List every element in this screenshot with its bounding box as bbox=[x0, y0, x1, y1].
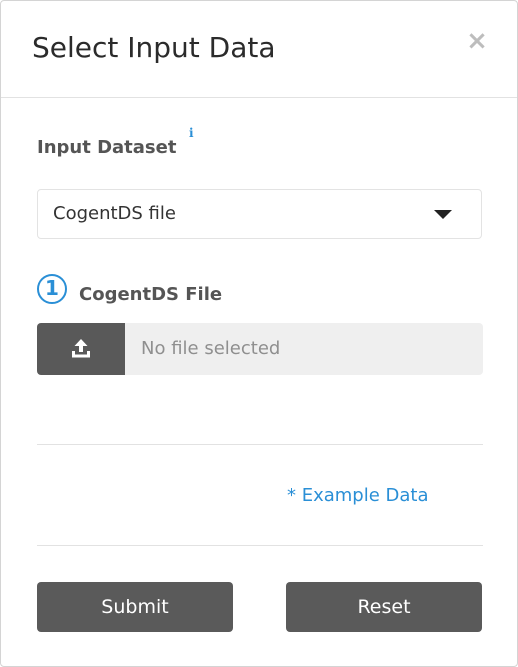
file-name-display: No file selected bbox=[125, 323, 483, 375]
reset-button[interactable]: Reset bbox=[286, 582, 482, 632]
modal-title: Select Input Data bbox=[32, 31, 276, 64]
caret-down-icon bbox=[434, 210, 452, 219]
submit-button[interactable]: Submit bbox=[37, 582, 233, 632]
divider bbox=[37, 545, 483, 546]
file-status-text: No file selected bbox=[141, 338, 281, 359]
divider bbox=[37, 444, 483, 445]
cogentds-file-label: CogentDS File bbox=[79, 284, 223, 305]
input-dataset-label: Input Dataset bbox=[37, 137, 177, 158]
info-icon[interactable]: i bbox=[189, 125, 194, 141]
example-data-link[interactable]: * Example Data bbox=[287, 484, 429, 508]
upload-button[interactable] bbox=[37, 323, 125, 375]
input-dataset-selected-value: CogentDS file bbox=[53, 203, 176, 224]
step-number-badge: 1 bbox=[37, 274, 67, 304]
upload-icon bbox=[72, 339, 90, 358]
select-input-data-modal: Select Input Data × Input Dataset i Coge… bbox=[0, 0, 518, 667]
input-dataset-select[interactable]: CogentDS file bbox=[37, 189, 482, 239]
modal-header: Select Input Data × bbox=[1, 1, 517, 98]
close-icon[interactable]: × bbox=[465, 28, 489, 54]
